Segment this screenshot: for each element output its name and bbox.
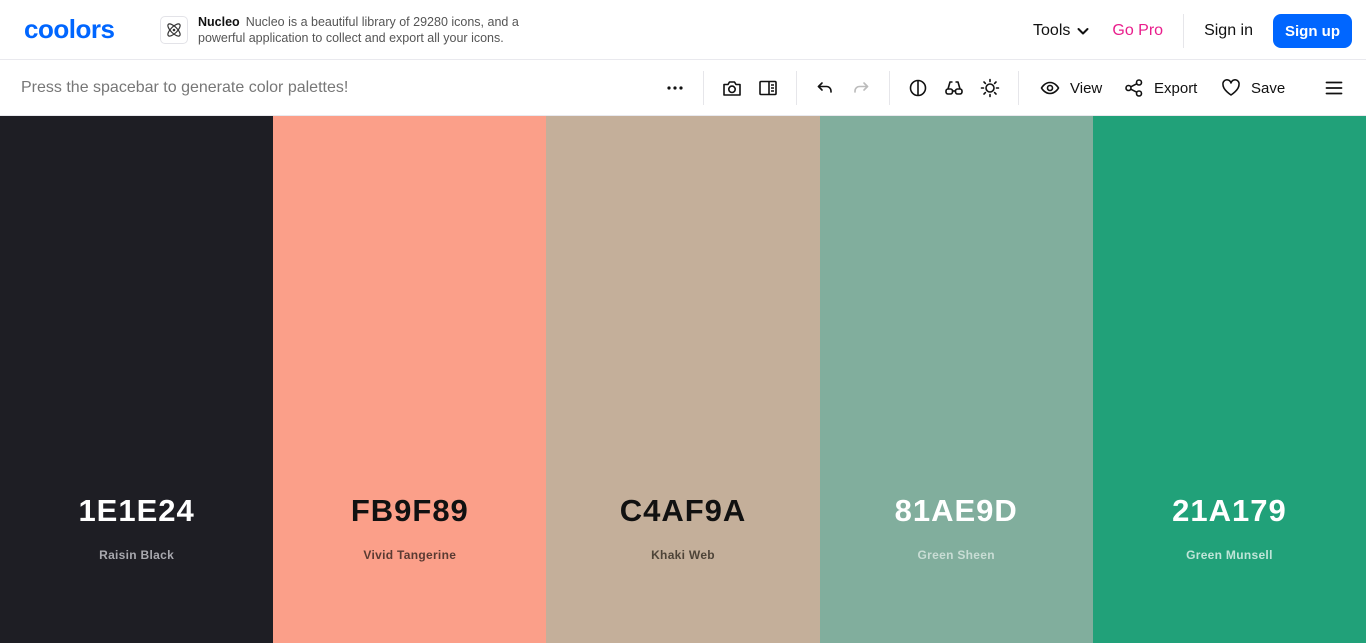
generator-toolbar: Press the spacebar to generate color pal… <box>0 60 1366 116</box>
view-label: View <box>1070 79 1103 97</box>
nav-divider <box>1183 14 1185 48</box>
save-button[interactable]: Save <box>1221 78 1285 98</box>
ad-description: Nucleo is a beautiful library of 29280 i… <box>198 15 519 45</box>
go-pro-link[interactable]: Go Pro <box>1112 22 1163 40</box>
adjust-palette-button[interactable] <box>972 70 1008 106</box>
nucleo-atom-icon <box>160 16 188 44</box>
more-options-button[interactable] <box>657 70 693 106</box>
spacebar-hint: Press the spacebar to generate color pal… <box>21 79 349 96</box>
color-column[interactable]: 1E1E24 Raisin Black <box>0 116 274 643</box>
ad-text: Nucleo Nucleo is a beautiful library of 2… <box>198 14 538 46</box>
toolbar-divider <box>796 71 797 105</box>
toolbar-divider <box>1018 71 1019 105</box>
ad-brand: Nucleo <box>198 15 240 29</box>
sun-icon <box>980 78 1000 98</box>
sign-in-link[interactable]: Sign in <box>1204 22 1253 40</box>
glasses-icon <box>945 81 963 95</box>
chevron-down-icon <box>1077 28 1089 35</box>
nav-right: Tools Go Pro Sign in Sign up <box>1033 14 1352 48</box>
sign-up-button[interactable]: Sign up <box>1273 14 1352 48</box>
svg-text:coolors: coolors <box>24 17 114 43</box>
top-navbar: coolors Nucleo Nucleo is a beautiful libr… <box>0 0 1366 60</box>
save-label: Save <box>1251 79 1286 97</box>
color-hex[interactable]: C4AF9A <box>546 493 819 529</box>
heart-icon <box>1222 79 1240 96</box>
color-column[interactable]: 21A179 Green Munsell <box>1092 116 1366 643</box>
contrast-checker-button[interactable] <box>900 70 936 106</box>
redo-button[interactable] <box>843 70 879 106</box>
color-column[interactable]: 81AE9D Green Sheen <box>819 116 1093 643</box>
color-hex[interactable]: 1E1E24 <box>0 493 273 529</box>
tools-label: Tools <box>1033 22 1071 39</box>
color-column[interactable]: C4AF9A Khaki Web <box>546 116 820 643</box>
tools-menu-button[interactable]: Tools <box>1033 22 1090 40</box>
main-menu-button[interactable] <box>1316 70 1352 106</box>
color-name[interactable]: Vivid Tangerine <box>273 548 546 562</box>
color-blindness-button[interactable] <box>936 70 972 106</box>
redo-icon <box>854 82 869 93</box>
undo-button[interactable] <box>807 70 843 106</box>
view-button[interactable]: View <box>1040 78 1102 98</box>
more-icon <box>667 86 683 90</box>
export-label: Export <box>1154 79 1198 97</box>
share-icon <box>1125 79 1143 97</box>
toolbar-divider <box>889 71 890 105</box>
coolors-logo[interactable]: coolors <box>24 17 136 43</box>
color-name[interactable]: Green Munsell <box>1093 548 1366 562</box>
color-hex[interactable]: 81AE9D <box>820 493 1093 529</box>
color-name[interactable]: Green Sheen <box>820 548 1093 562</box>
camera-icon <box>723 81 741 96</box>
palette: 1E1E24 Raisin Black FB9F89 Vivid Tangeri… <box>0 116 1366 643</box>
sidebar-icon <box>759 80 777 96</box>
nucleo-ad[interactable]: Nucleo Nucleo is a beautiful library of 2… <box>160 14 538 46</box>
quick-view-button[interactable] <box>714 70 750 106</box>
export-button[interactable]: Export <box>1124 78 1197 98</box>
contrast-icon <box>909 79 927 97</box>
color-hex[interactable]: 21A179 <box>1093 493 1366 529</box>
undo-icon <box>817 82 832 93</box>
color-name[interactable]: Khaki Web <box>546 548 819 562</box>
toolbar-divider <box>703 71 704 105</box>
color-name[interactable]: Raisin Black <box>0 548 273 562</box>
menu-icon <box>1325 81 1343 95</box>
color-hex[interactable]: FB9F89 <box>273 493 546 529</box>
eye-icon <box>1040 81 1060 95</box>
color-column[interactable]: FB9F89 Vivid Tangerine <box>273 116 547 643</box>
toggle-sidebar-button[interactable] <box>750 70 786 106</box>
